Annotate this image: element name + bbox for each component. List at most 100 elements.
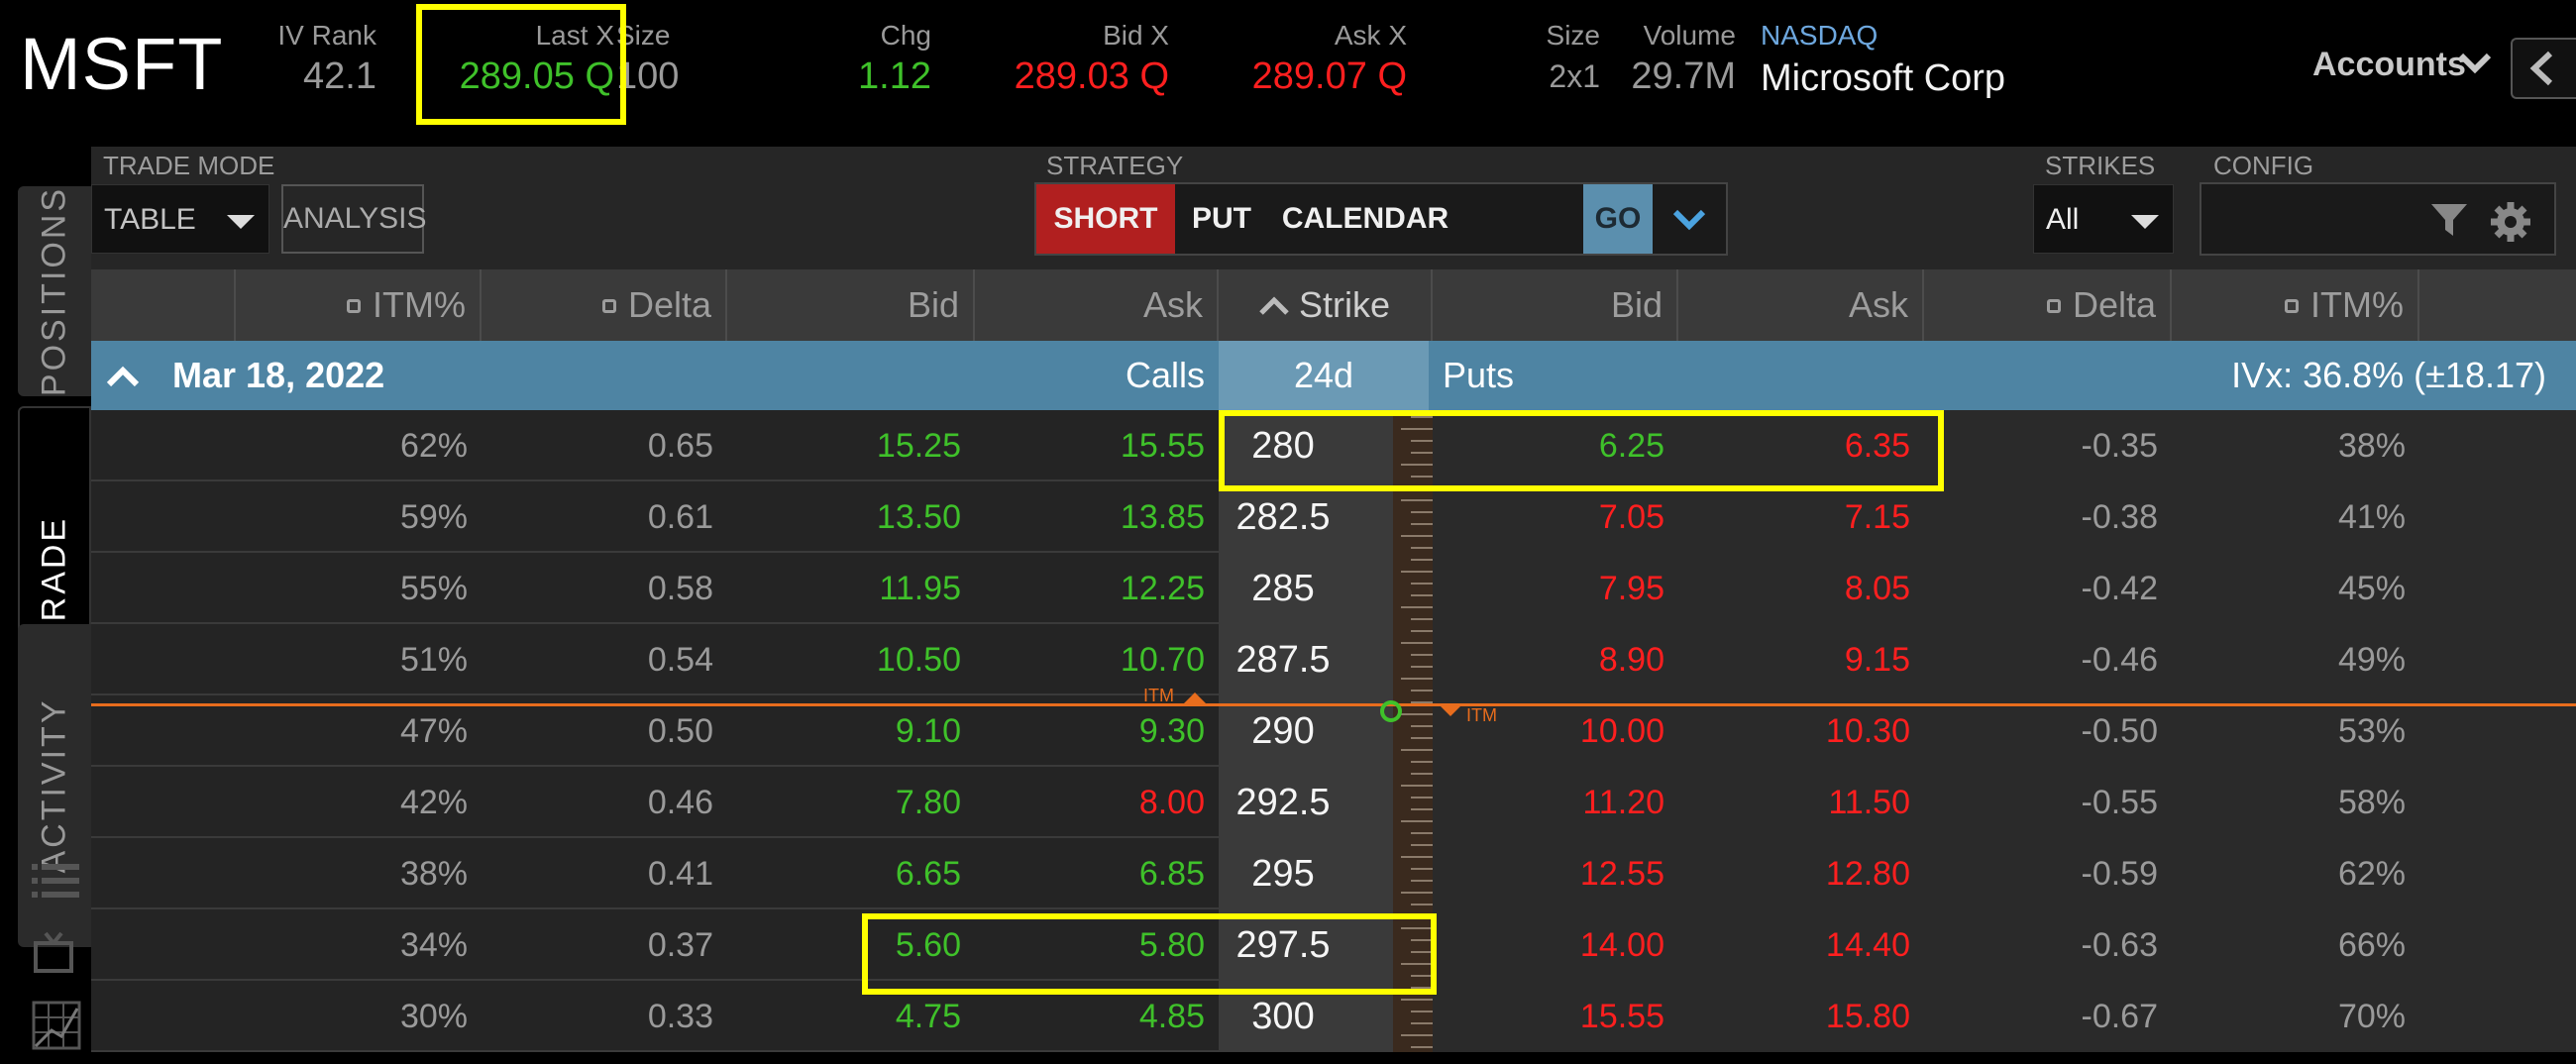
cell-put-delta[interactable]: -0.35 (1924, 410, 2172, 481)
cell-put-ask[interactable]: 12.80 (1678, 838, 1924, 909)
cell-call-ask[interactable]: 8.00 (975, 767, 1219, 838)
table-row[interactable]: 62% 0.65 15.25 15.55 6.25 6.35 -0.35 38% 280 (91, 410, 2576, 481)
cell-call-bid[interactable]: 11.95 (727, 553, 975, 624)
cell-strike[interactable]: 285 (1219, 553, 1347, 624)
cell-call-delta[interactable]: 0.61 (482, 481, 727, 553)
column-header-put-delta[interactable]: Delta (1924, 269, 2172, 341)
cell-call-itm[interactable]: 59% (236, 481, 482, 553)
cell-put-ask[interactable]: 9.15 (1678, 624, 1924, 695)
trade-mode-select[interactable]: TABLE (91, 184, 269, 254)
cell-call-itm[interactable]: 30% (236, 981, 482, 1052)
cell-call-itm[interactable]: 51% (236, 624, 482, 695)
cell-call-ask[interactable]: 12.25 (975, 553, 1219, 624)
cell-put-bid[interactable]: 14.00 (1433, 909, 1678, 981)
config-field[interactable] (2200, 182, 2556, 256)
cell-call-bid[interactable]: 10.50 (727, 624, 975, 695)
cell-call-itm[interactable]: 42% (236, 767, 482, 838)
cell-call-ask[interactable]: 5.80 (975, 909, 1219, 981)
tv-icon[interactable] (32, 931, 79, 975)
column-header-put-bid[interactable]: Bid (1433, 269, 1678, 341)
cell-call-ask[interactable]: 10.70 (975, 624, 1219, 695)
strategy-dropdown[interactable] (1653, 184, 1726, 254)
cell-put-ask[interactable]: 11.50 (1678, 767, 1924, 838)
cell-put-itm[interactable]: 38% (2172, 410, 2419, 481)
cell-put-ask[interactable]: 6.35 (1678, 410, 1924, 481)
cell-put-ask[interactable]: 7.15 (1678, 481, 1924, 553)
strikes-select[interactable]: All (2033, 184, 2174, 254)
table-row[interactable]: 42% 0.46 7.80 8.00 11.20 11.50 -0.55 58% 292.5 (91, 767, 2576, 838)
filter-icon[interactable] (2429, 200, 2469, 240)
table-row[interactable]: 59% 0.61 13.50 13.85 7.05 7.15 -0.38 41% 282.5 (91, 481, 2576, 553)
cell-call-itm[interactable]: 34% (236, 909, 482, 981)
cell-call-delta[interactable]: 0.46 (482, 767, 727, 838)
strategy-type-button[interactable]: PUT (1177, 184, 1266, 254)
cell-call-delta[interactable]: 0.41 (482, 838, 727, 909)
cell-put-bid[interactable]: 7.95 (1433, 553, 1678, 624)
cell-put-bid[interactable]: 6.25 (1433, 410, 1678, 481)
cell-put-bid[interactable]: 12.55 (1433, 838, 1678, 909)
symbol[interactable]: MSFT (20, 22, 223, 106)
cell-put-delta[interactable]: -0.59 (1924, 838, 2172, 909)
cell-put-itm[interactable]: 70% (2172, 981, 2419, 1052)
expiry-row[interactable]: Mar 18, 2022 Calls 24d Puts IVx: 36.8% (… (91, 341, 2576, 410)
go-button[interactable]: GO (1583, 184, 1653, 254)
cell-put-bid[interactable]: 7.05 (1433, 481, 1678, 553)
cell-call-bid[interactable]: 15.25 (727, 410, 975, 481)
strategy-name-button[interactable]: CALENDAR (1266, 184, 1464, 254)
cell-strike[interactable]: 297.5 (1219, 909, 1347, 981)
cell-call-bid[interactable]: 5.60 (727, 909, 975, 981)
cell-call-itm[interactable]: 55% (236, 553, 482, 624)
cell-call-delta[interactable]: 0.37 (482, 909, 727, 981)
cell-call-itm[interactable]: 62% (236, 410, 482, 481)
cell-call-delta[interactable]: 0.58 (482, 553, 727, 624)
column-header-call-itm[interactable]: ITM% (236, 269, 482, 341)
column-header-put-itm[interactable]: ITM% (2172, 269, 2419, 341)
table-row[interactable]: 34% 0.37 5.60 5.80 14.00 14.40 -0.63 66% 297.5 (91, 909, 2576, 981)
cell-put-ask[interactable]: 15.80 (1678, 981, 1924, 1052)
cell-put-delta[interactable]: -0.38 (1924, 481, 2172, 553)
table-row[interactable]: 30% 0.33 4.75 4.85 15.55 15.80 -0.67 70% 300 (91, 981, 2576, 1052)
cell-call-bid[interactable]: 7.80 (727, 767, 975, 838)
cell-put-itm[interactable]: 62% (2172, 838, 2419, 909)
list-icon[interactable] (32, 860, 79, 902)
cell-put-delta[interactable]: -0.63 (1924, 909, 2172, 981)
cell-strike[interactable]: 295 (1219, 838, 1347, 909)
cell-call-bid[interactable]: 4.75 (727, 981, 975, 1052)
cell-put-delta[interactable]: -0.46 (1924, 624, 2172, 695)
cell-put-delta[interactable]: -0.42 (1924, 553, 2172, 624)
collapse-panel-button[interactable] (2511, 38, 2576, 99)
table-row[interactable]: 38% 0.41 6.65 6.85 12.55 12.80 -0.59 62% 295 (91, 838, 2576, 909)
cell-put-itm[interactable]: 58% (2172, 767, 2419, 838)
cell-call-bid[interactable]: 13.50 (727, 481, 975, 553)
cell-strike[interactable]: 287.5 (1219, 624, 1347, 695)
cell-call-delta[interactable]: 0.33 (482, 981, 727, 1052)
cell-put-ask[interactable]: 14.40 (1678, 909, 1924, 981)
cell-strike[interactable]: 280 (1219, 410, 1347, 481)
cell-put-itm[interactable]: 45% (2172, 553, 2419, 624)
cell-call-ask[interactable]: 6.85 (975, 838, 1219, 909)
cell-strike[interactable]: 300 (1219, 981, 1347, 1052)
strategy-side-button[interactable]: SHORT (1036, 184, 1175, 254)
cell-call-ask[interactable]: 13.85 (975, 481, 1219, 553)
gear-icon[interactable] (2489, 200, 2532, 244)
cell-put-itm[interactable]: 41% (2172, 481, 2419, 553)
cell-call-ask[interactable]: 4.85 (975, 981, 1219, 1052)
cell-call-delta[interactable]: 0.54 (482, 624, 727, 695)
accounts-dropdown[interactable]: Accounts (2312, 46, 2466, 84)
cell-call-ask[interactable]: 15.55 (975, 410, 1219, 481)
table-row[interactable]: 51% 0.54 10.50 10.70 8.90 9.15 -0.46 49% 287.5 (91, 624, 2576, 695)
cell-put-bid[interactable]: 15.55 (1433, 981, 1678, 1052)
column-header-call-bid[interactable]: Bid (727, 269, 975, 341)
column-header-strike[interactable]: Strike (1219, 269, 1433, 341)
cell-put-delta[interactable]: -0.67 (1924, 981, 2172, 1052)
cell-call-itm[interactable]: 38% (236, 838, 482, 909)
chevron-down-icon[interactable] (2457, 50, 2493, 77)
cell-put-itm[interactable]: 66% (2172, 909, 2419, 981)
column-header-put-ask[interactable]: Ask (1678, 269, 1924, 341)
cell-strike[interactable]: 282.5 (1219, 481, 1347, 553)
cell-put-delta[interactable]: -0.55 (1924, 767, 2172, 838)
chart-grid-icon[interactable] (32, 1001, 81, 1050)
cell-put-itm[interactable]: 49% (2172, 624, 2419, 695)
column-header-call-ask[interactable]: Ask (975, 269, 1219, 341)
cell-call-bid[interactable]: 6.65 (727, 838, 975, 909)
